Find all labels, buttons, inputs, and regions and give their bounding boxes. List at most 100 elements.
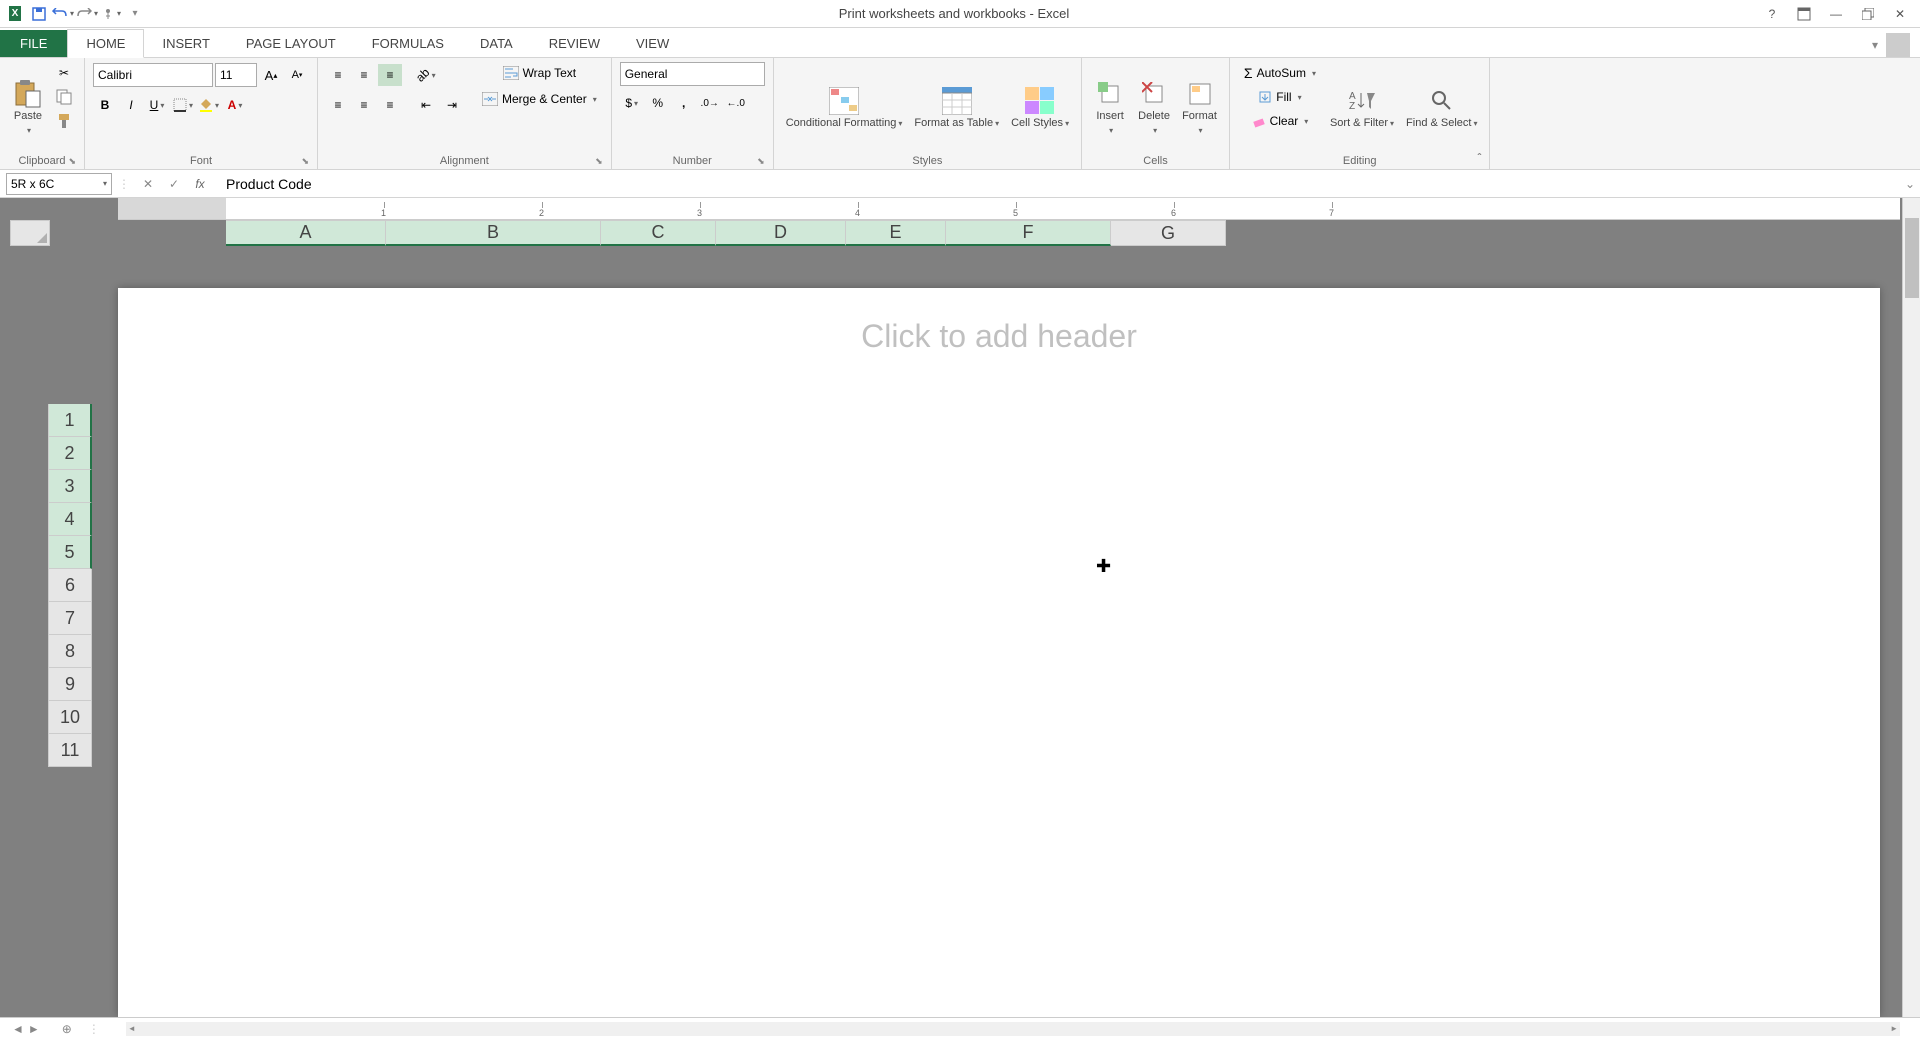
qat-customize-icon[interactable]: ▾ [124, 3, 146, 25]
autosum-button[interactable]: ΣAutoSum▾ [1238, 62, 1322, 84]
ribbon-dropdown-icon[interactable]: ▾ [1872, 38, 1878, 52]
font-launcher-icon[interactable]: ⬊ [301, 156, 309, 167]
save-icon[interactable] [28, 3, 50, 25]
column-header-f[interactable]: F [946, 220, 1111, 246]
row-header-8[interactable]: 8 [48, 635, 92, 668]
increase-decimal-icon[interactable]: .0→ [698, 92, 722, 114]
comma-icon[interactable]: , [672, 92, 696, 114]
ribbon-display-icon[interactable] [1794, 4, 1814, 24]
font-name-select[interactable] [93, 63, 213, 87]
merge-center-button[interactable]: Merge & Center▾ [476, 88, 603, 110]
align-left-icon[interactable]: ≡ [326, 94, 350, 116]
enter-formula-icon[interactable]: ✓ [162, 174, 186, 194]
tab-view[interactable]: VIEW [618, 30, 687, 57]
font-size-select[interactable] [215, 63, 257, 87]
borders-icon[interactable]: ▾ [171, 94, 195, 116]
align-middle-icon[interactable]: ≡ [352, 64, 376, 86]
insert-button[interactable]: Insert▾ [1090, 62, 1130, 153]
align-right-icon[interactable]: ≡ [378, 94, 402, 116]
row-header-9[interactable]: 9 [48, 668, 92, 701]
row-header-2[interactable]: 2 [48, 437, 92, 470]
tab-data[interactable]: DATA [462, 30, 531, 57]
currency-icon[interactable]: $▾ [620, 92, 644, 114]
column-header-c[interactable]: C [601, 220, 716, 246]
row-header-4[interactable]: 4 [48, 503, 92, 536]
number-launcher-icon[interactable]: ⬊ [757, 156, 765, 167]
clipboard-launcher-icon[interactable]: ⬊ [68, 156, 76, 167]
row-header-10[interactable]: 10 [48, 701, 92, 734]
column-header-a[interactable]: A [226, 220, 386, 246]
clear-button[interactable]: Clear▾ [1238, 110, 1322, 132]
italic-button[interactable]: I [119, 94, 143, 116]
cancel-formula-icon[interactable]: ✕ [136, 174, 160, 194]
horizontal-ruler[interactable]: 1234567 [118, 198, 1900, 220]
tab-page-layout[interactable]: PAGE LAYOUT [228, 30, 354, 57]
format-painter-icon[interactable] [52, 110, 76, 132]
copy-icon[interactable] [52, 86, 76, 108]
column-header-d[interactable]: D [716, 220, 846, 246]
restore-icon[interactable] [1858, 4, 1878, 24]
minimize-icon[interactable]: — [1826, 4, 1846, 24]
tab-insert[interactable]: INSERT [144, 30, 227, 57]
align-top-icon[interactable]: ≡ [326, 64, 350, 86]
format-as-table-button[interactable]: Format as Table▾ [910, 62, 1003, 153]
column-header-g[interactable]: G [1111, 220, 1226, 246]
font-color-icon[interactable]: A▾ [223, 94, 247, 116]
underline-button[interactable]: U▾ [145, 94, 169, 116]
formula-input[interactable] [218, 173, 1900, 195]
tab-formulas[interactable]: FORMULAS [354, 30, 462, 57]
fill-color-icon[interactable]: ▾ [197, 94, 221, 116]
bold-button[interactable]: B [93, 94, 117, 116]
format-button[interactable]: Format▾ [1178, 62, 1221, 153]
row-header-1[interactable]: 1 [48, 404, 92, 437]
name-box[interactable]: 5R x 6C▾ [6, 173, 112, 195]
number-format-select[interactable] [620, 62, 765, 86]
row-header-5[interactable]: 5 [48, 536, 92, 569]
fill-button[interactable]: Fill▾ [1238, 86, 1322, 108]
row-header-6[interactable]: 6 [48, 569, 92, 602]
column-header-b[interactable]: B [386, 220, 601, 246]
cell-styles-button[interactable]: Cell Styles▾ [1007, 62, 1073, 153]
page-header-placeholder[interactable]: Click to add header [118, 288, 1880, 385]
redo-icon[interactable]: ▾ [76, 3, 98, 25]
increase-indent-icon[interactable]: ⇥ [440, 94, 464, 116]
sheet-nav-prev-icon[interactable]: ◄ [12, 1022, 24, 1036]
collapse-ribbon-icon[interactable]: ˆ [1477, 151, 1481, 165]
cell-styles-label: Cell Styles [1011, 117, 1063, 129]
sheet-nav-next-icon[interactable]: ► [28, 1022, 40, 1036]
paste-button[interactable]: Paste▾ [8, 62, 48, 153]
align-bottom-icon[interactable]: ≡ [378, 64, 402, 86]
undo-icon[interactable]: ▾ [52, 3, 74, 25]
vertical-scrollbar[interactable] [1902, 198, 1920, 1017]
horizontal-scrollbar[interactable] [126, 1022, 1900, 1036]
percent-icon[interactable]: % [646, 92, 670, 114]
tab-file[interactable]: FILE [0, 30, 67, 57]
touch-mode-icon[interactable]: ▾ [100, 3, 122, 25]
increase-font-icon[interactable]: A▴ [259, 64, 283, 86]
decrease-font-icon[interactable]: A▾ [285, 64, 309, 86]
delete-button[interactable]: Delete▾ [1134, 62, 1174, 153]
alignment-launcher-icon[interactable]: ⬊ [595, 156, 603, 167]
cut-icon[interactable]: ✂ [52, 62, 76, 84]
decrease-decimal-icon[interactable]: ←.0 [724, 92, 748, 114]
row-header-11[interactable]: 11 [48, 734, 92, 767]
sort-filter-button[interactable]: AZ Sort & Filter▾ [1326, 62, 1398, 153]
fx-icon[interactable]: fx [188, 174, 212, 194]
find-select-button[interactable]: Find & Select▾ [1402, 62, 1481, 153]
close-icon[interactable]: ✕ [1890, 4, 1910, 24]
tab-home[interactable]: HOME [67, 29, 144, 58]
column-header-e[interactable]: E [846, 220, 946, 246]
expand-formula-icon[interactable]: ⌄ [1900, 177, 1920, 191]
wrap-text-button[interactable]: Wrap Text [476, 62, 603, 84]
help-icon[interactable]: ? [1762, 4, 1782, 24]
user-avatar[interactable] [1886, 33, 1910, 57]
decrease-indent-icon[interactable]: ⇤ [414, 94, 438, 116]
orientation-icon[interactable]: ab▾ [414, 64, 438, 86]
align-center-icon[interactable]: ≡ [352, 94, 376, 116]
row-header-3[interactable]: 3 [48, 470, 92, 503]
add-sheet-icon[interactable]: ⊕ [52, 1022, 82, 1036]
row-header-7[interactable]: 7 [48, 602, 92, 635]
tab-review[interactable]: REVIEW [531, 30, 618, 57]
conditional-formatting-button[interactable]: Conditional Formatting▾ [782, 62, 907, 153]
select-all-corner[interactable] [10, 220, 50, 246]
